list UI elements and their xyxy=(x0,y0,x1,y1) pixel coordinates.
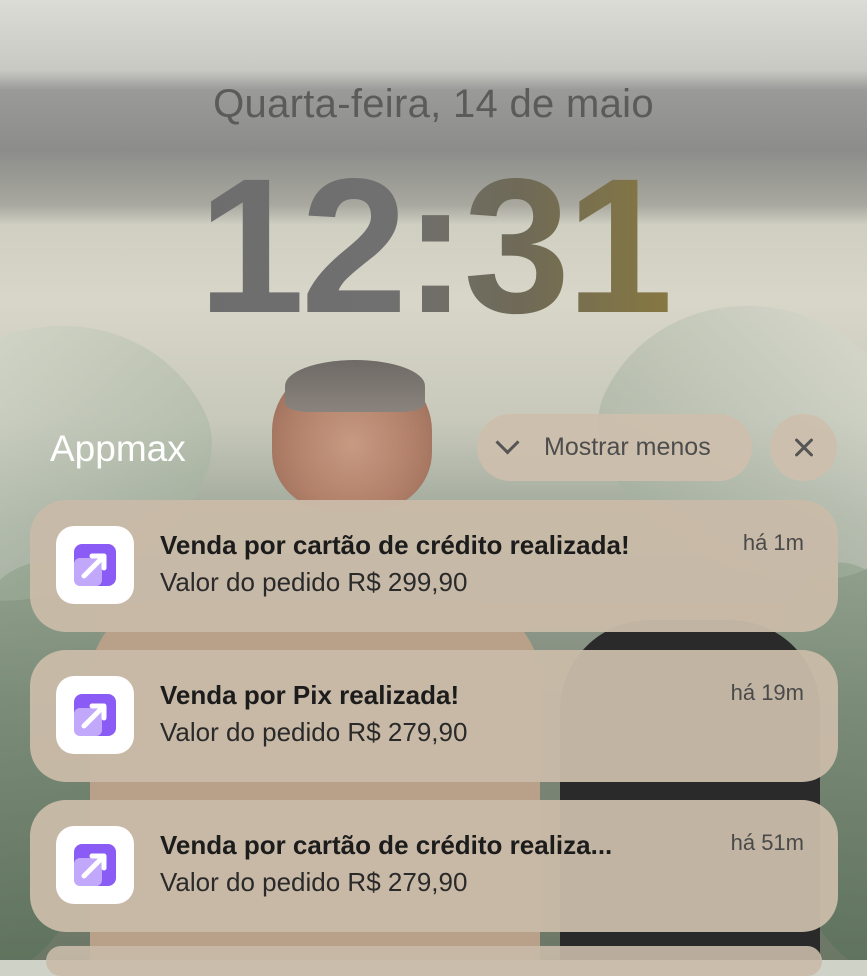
appmax-icon xyxy=(56,826,134,904)
notification-body: Valor do pedido R$ 279,90 xyxy=(160,717,468,747)
notification-body: Valor do pedido R$ 279,90 xyxy=(160,867,468,897)
notification-card[interactable]: Venda por Pix realizada! Valor do pedido… xyxy=(30,650,838,782)
notification-title: Venda por Pix realizada! xyxy=(160,680,460,710)
notification-time: há 19m xyxy=(730,680,804,705)
close-icon[interactable] xyxy=(770,414,837,481)
notification-body: Valor do pedido R$ 299,90 xyxy=(160,567,468,597)
notification-time: há 51m xyxy=(730,830,804,855)
chevron-down-icon xyxy=(495,430,520,455)
notification-card-peek[interactable] xyxy=(46,946,822,976)
appmax-icon xyxy=(56,676,134,754)
notification-group-title: Appmax xyxy=(50,428,186,469)
notification-card[interactable]: Venda por cartão de crédito realiza... V… xyxy=(30,800,838,932)
notification-card[interactable]: Venda por cartão de crédito realizada! V… xyxy=(30,500,838,632)
show-less-button[interactable]: Mostrar menos xyxy=(477,414,752,481)
appmax-icon xyxy=(56,526,134,604)
notification-title: Venda por cartão de crédito realiza... xyxy=(160,830,613,860)
lockscreen-clock: 12:31 xyxy=(0,150,867,342)
notification-time: há 1m xyxy=(742,530,804,555)
notification-title: Venda por cartão de crédito realizada! xyxy=(160,530,630,560)
lockscreen-date: Quarta-feira, 14 de maio xyxy=(213,82,654,126)
wallpaper-person-hair xyxy=(285,360,425,412)
show-less-label: Mostrar menos xyxy=(544,433,711,461)
